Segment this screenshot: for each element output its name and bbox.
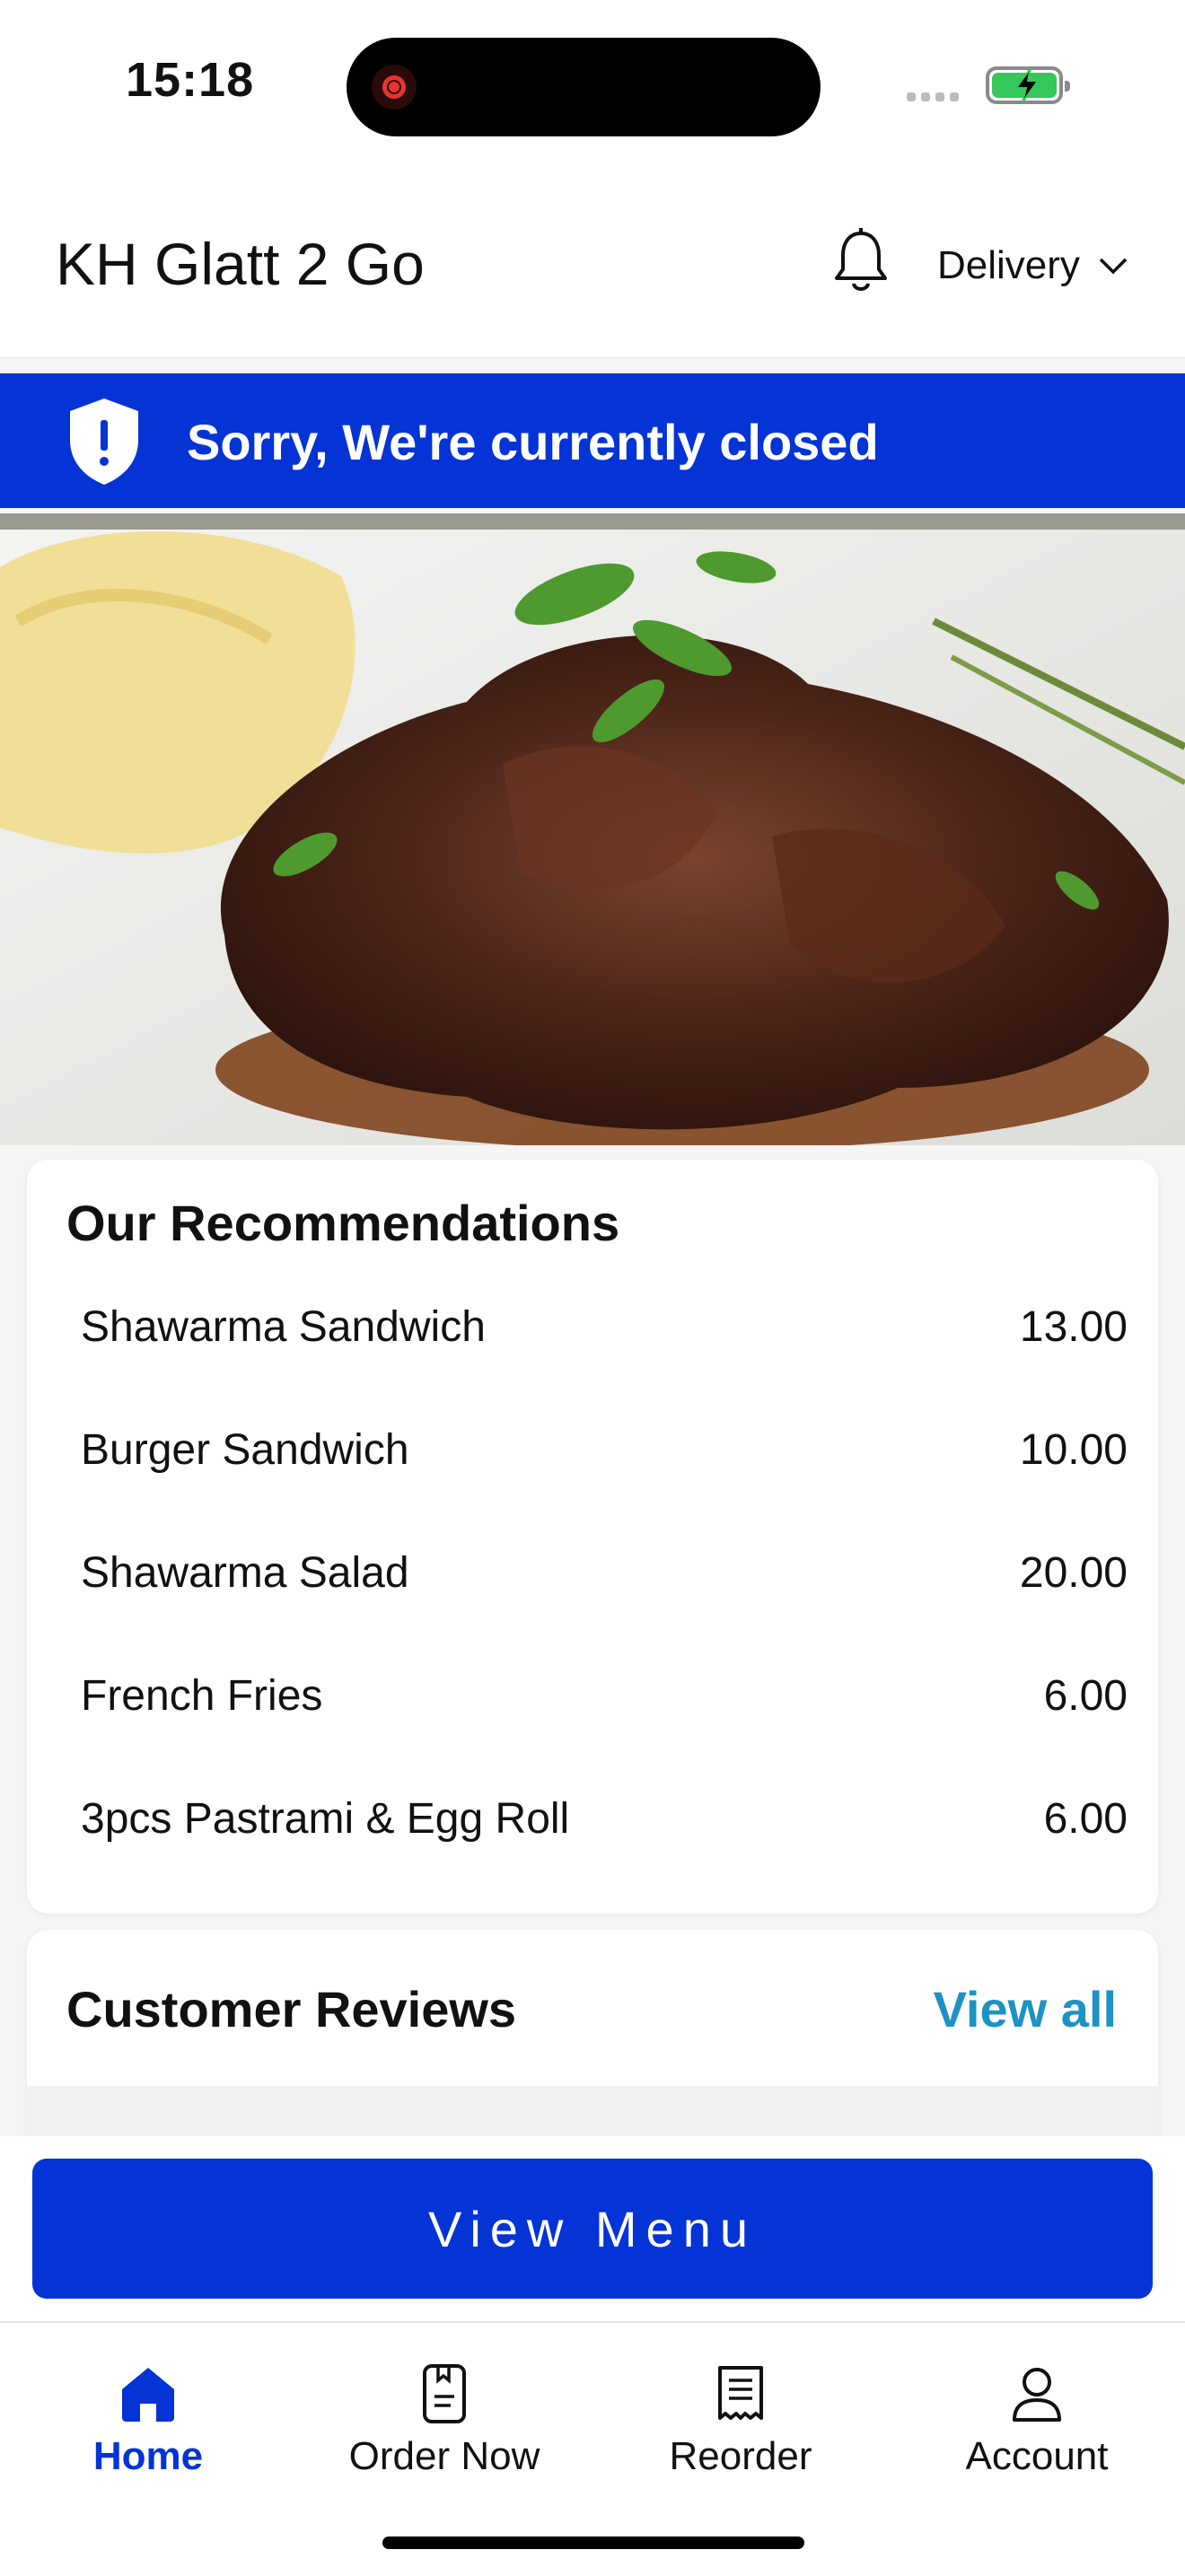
hero-food-photo xyxy=(0,513,1185,1145)
bell-icon[interactable] xyxy=(830,226,892,298)
view-menu-button[interactable]: View Menu xyxy=(32,2159,1153,2299)
home-indicator xyxy=(382,2537,804,2549)
tab-home[interactable]: Home xyxy=(0,2323,296,2502)
tab-label: Reorder xyxy=(669,2434,812,2478)
recommendation-item[interactable]: Burger Sandwich 10.00 xyxy=(81,1414,1128,1485)
closed-banner: Sorry, We're currently closed xyxy=(0,373,1185,508)
recommendation-item[interactable]: Shawarma Salad 20.00 xyxy=(81,1537,1128,1608)
app-header: KH Glatt 2 Go Delivery xyxy=(0,171,1185,358)
receipt-icon xyxy=(718,2366,763,2420)
home-icon xyxy=(122,2368,174,2422)
tab-reorder[interactable]: Reorder xyxy=(592,2323,889,2502)
recommendation-item[interactable]: French Fries 6.00 xyxy=(81,1660,1128,1731)
item-price: 6.00 xyxy=(1043,1794,1128,1843)
tab-account[interactable]: Account xyxy=(889,2323,1185,2502)
tab-label: Order Now xyxy=(348,2434,540,2478)
tab-order-now[interactable]: Order Now xyxy=(296,2323,592,2502)
item-name: 3pcs Pastrami & Egg Roll xyxy=(81,1794,570,1843)
signal-icon xyxy=(907,90,964,106)
recommendations-card: Our Recommendations Shawarma Sandwich 13… xyxy=(27,1160,1158,1914)
item-price: 20.00 xyxy=(1019,1548,1128,1597)
delivery-mode-label: Delivery xyxy=(937,243,1080,287)
item-name: Burger Sandwich xyxy=(81,1425,409,1474)
item-name: Shawarma Salad xyxy=(81,1548,409,1597)
account-icon xyxy=(1013,2368,1061,2422)
recommendation-item[interactable]: 3pcs Pastrami & Egg Roll 6.00 xyxy=(81,1783,1128,1854)
battery-icon xyxy=(986,66,1070,104)
status-time: 15:18 xyxy=(126,53,255,107)
recommendation-item[interactable]: Shawarma Sandwich 13.00 xyxy=(81,1291,1128,1362)
recommendations-title: Our Recommendations xyxy=(66,1195,620,1251)
reviews-title: Customer Reviews xyxy=(66,1981,517,2037)
closed-message: Sorry, We're currently closed xyxy=(187,414,879,470)
item-name: French Fries xyxy=(81,1671,323,1720)
dynamic-island xyxy=(347,38,821,136)
cta-bar: View Menu xyxy=(0,2136,1185,2321)
shield-exclamation-icon xyxy=(70,399,138,485)
tab-label: Home xyxy=(92,2434,204,2478)
item-price: 10.00 xyxy=(1019,1425,1128,1474)
restaurant-title: KH Glatt 2 Go xyxy=(56,231,425,297)
tab-label: Account xyxy=(965,2434,1109,2478)
view-all-reviews-link[interactable]: View all xyxy=(934,1980,1117,2038)
status-bar: 15:18 xyxy=(0,0,1185,171)
chevron-down-icon xyxy=(1099,258,1128,275)
item-price: 13.00 xyxy=(1019,1302,1128,1351)
item-name: Shawarma Sandwich xyxy=(81,1302,486,1351)
item-price: 6.00 xyxy=(1043,1671,1128,1720)
delivery-mode-dropdown[interactable]: Delivery xyxy=(937,239,1128,293)
order-icon xyxy=(423,2364,466,2423)
recording-icon xyxy=(372,65,417,110)
